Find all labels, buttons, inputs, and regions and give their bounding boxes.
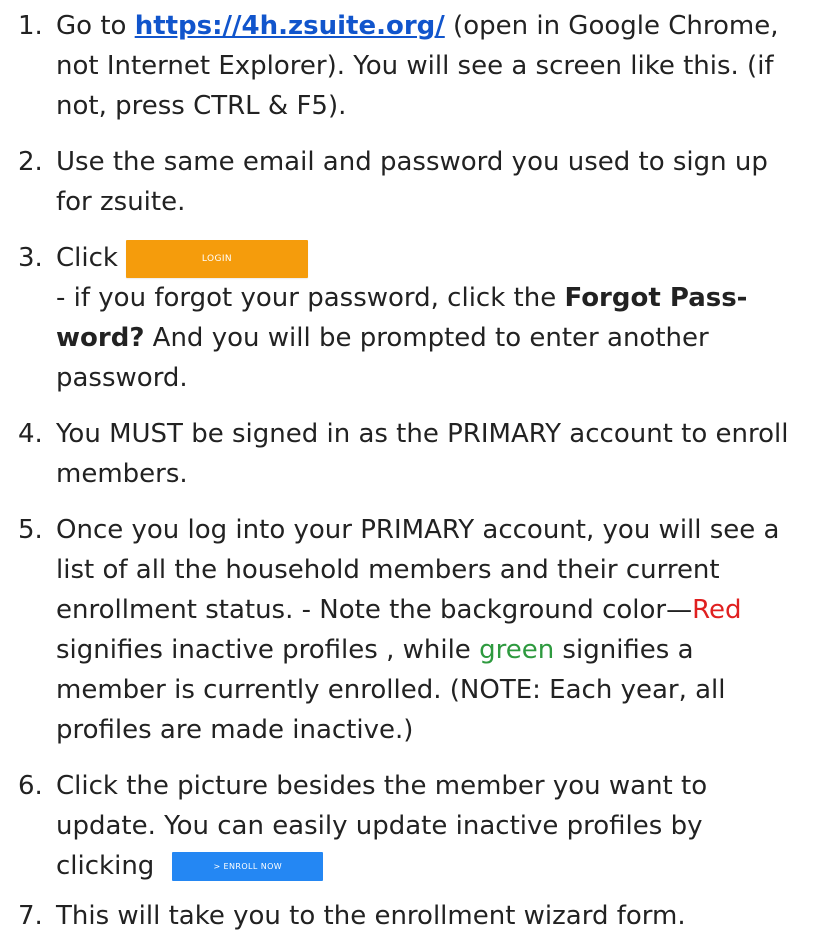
enroll-now-button[interactable]: > ENROLL NOW bbox=[172, 852, 324, 881]
steps-list: 1. Go to https://4h.zsuite.org/ (open in… bbox=[18, 6, 801, 936]
step-content: This will take you to the enrollment wiz… bbox=[56, 896, 801, 936]
step-1: 1. Go to https://4h.zsuite.org/ (open in… bbox=[18, 6, 801, 126]
step-text: You MUST be signed in as the PRIMARY acc… bbox=[56, 419, 789, 489]
step-number: 7. bbox=[18, 901, 43, 931]
green-status-word: green bbox=[479, 635, 555, 665]
red-status-word: Red bbox=[692, 595, 742, 625]
step-number: 6. bbox=[18, 771, 43, 801]
zsuite-link[interactable]: https://4h.zsuite.org/ bbox=[135, 11, 445, 41]
step-text: Click bbox=[56, 243, 118, 273]
step-3: 3. Click LOGIN - if you forgot your passw… bbox=[18, 238, 801, 398]
step-content: Click LOGIN - if you forgot your password… bbox=[56, 238, 801, 398]
step-line: Click LOGIN bbox=[56, 238, 801, 278]
step-content: Use the same email and password you used… bbox=[56, 142, 801, 222]
step-content: Click the picture besides the member you… bbox=[56, 766, 801, 886]
step-7: 7. This will take you to the enrollment … bbox=[18, 896, 801, 936]
step-text: Click the picture besides the member you… bbox=[56, 771, 708, 881]
step-text: signifies inactive profiles , while bbox=[56, 635, 480, 665]
step-content: Go to https://4h.zsuite.org/ (open in Go… bbox=[56, 6, 801, 126]
step-text: Go to bbox=[56, 11, 135, 41]
step-2: 2. Use the same email and password you u… bbox=[18, 142, 801, 222]
step-text: And you will be prompted to enter anothe… bbox=[56, 323, 709, 393]
step-content: Once you log into your PRIMARY account, … bbox=[56, 510, 801, 750]
step-number: 1. bbox=[18, 11, 43, 41]
step-4: 4. You MUST be signed in as the PRIMARY … bbox=[18, 414, 801, 494]
step-number: 2. bbox=[18, 147, 43, 177]
step-number: 4. bbox=[18, 419, 43, 449]
step-number: 5. bbox=[18, 515, 43, 545]
step-5: 5. Once you log into your PRIMARY accoun… bbox=[18, 510, 801, 750]
step-subtext: - if you forgot your password, click the… bbox=[56, 278, 801, 398]
step-number: 3. bbox=[18, 243, 43, 273]
step-text: Once you log into your PRIMARY account, … bbox=[56, 515, 780, 625]
step-text: - if you forgot your password, click the bbox=[56, 283, 565, 313]
step-6: 6. Click the picture besides the member … bbox=[18, 766, 801, 886]
step-text: This will take you to the enrollment wiz… bbox=[56, 901, 686, 931]
step-content: You MUST be signed in as the PRIMARY acc… bbox=[56, 414, 801, 494]
instructions-page: 1. Go to https://4h.zsuite.org/ (open in… bbox=[0, 0, 819, 939]
login-button[interactable]: LOGIN bbox=[125, 239, 308, 278]
step-text: Use the same email and password you used… bbox=[56, 147, 768, 217]
